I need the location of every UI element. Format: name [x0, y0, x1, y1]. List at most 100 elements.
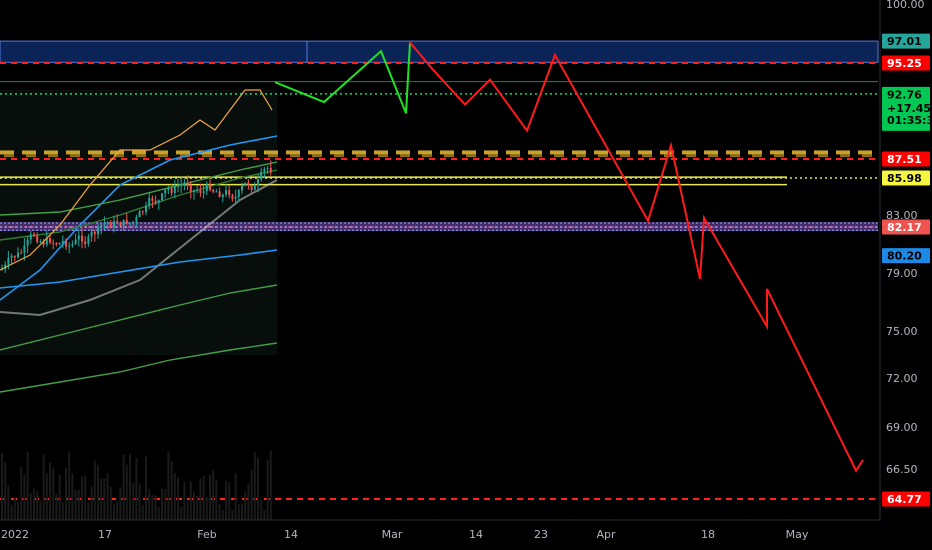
volume-bar	[209, 474, 211, 520]
gold-block	[352, 150, 366, 155]
gold-block	[748, 150, 762, 155]
volume-bar	[61, 502, 64, 520]
volume-bar	[122, 454, 125, 520]
candle-body	[151, 198, 154, 201]
gold-block	[176, 150, 190, 155]
volume-bar	[65, 467, 67, 520]
candle-body	[164, 189, 167, 194]
candle-body	[196, 190, 199, 192]
volume-bar	[87, 502, 90, 520]
gold-block-shadow	[576, 154, 586, 158]
volume-bar	[253, 452, 256, 520]
gold-block-shadow	[268, 154, 278, 158]
gold-block-shadow	[422, 154, 432, 158]
volume-bar	[29, 493, 32, 520]
gold-block	[506, 150, 520, 155]
gold-block-shadow	[136, 154, 146, 158]
candle-body	[215, 191, 218, 193]
time-axis	[0, 520, 880, 550]
volume-bar	[36, 490, 39, 520]
volume-bar	[173, 473, 176, 520]
gold-block	[330, 150, 344, 155]
volume-bar	[49, 462, 51, 520]
price-badge-text: 64.77	[887, 493, 922, 506]
candle-body	[186, 182, 189, 186]
volume-bar	[17, 501, 19, 520]
candle-body	[247, 182, 250, 186]
candle-body	[244, 182, 247, 186]
y-tick-label: 69.00	[886, 421, 918, 434]
gold-block	[770, 150, 784, 155]
volume-bar	[106, 473, 109, 520]
gold-block-shadow	[4, 154, 14, 158]
x-tick-label: Feb	[197, 528, 216, 541]
volume-bar	[196, 495, 199, 520]
volume-bar	[266, 459, 269, 520]
candle-body	[39, 241, 42, 243]
volume-bar	[20, 466, 23, 520]
gold-block	[44, 150, 58, 155]
volume-bar	[167, 451, 170, 520]
gold-block-shadow	[620, 154, 630, 158]
gold-block	[594, 150, 608, 155]
gold-block	[308, 150, 322, 155]
volume-bar	[97, 465, 99, 520]
volume-bar	[183, 482, 186, 520]
gold-block	[220, 150, 234, 155]
candle-body	[269, 167, 272, 173]
gold-block-shadow	[862, 154, 872, 158]
volume-bar	[7, 485, 10, 520]
gold-block	[132, 150, 146, 155]
y-tick-label: 66.50	[886, 463, 918, 476]
x-tick-label: 2022	[1, 528, 29, 541]
gold-block-shadow	[730, 154, 740, 158]
candle-body	[68, 245, 71, 247]
x-tick-label: 14	[284, 528, 298, 541]
candle-body	[189, 185, 192, 192]
gold-block	[418, 150, 432, 155]
candle-body	[161, 193, 163, 201]
volume-bar	[135, 458, 138, 520]
gold-block-shadow	[246, 154, 256, 158]
bearish-projection-line	[409, 41, 857, 472]
candle-body	[170, 188, 173, 194]
gold-block	[374, 150, 388, 155]
gold-block-shadow	[554, 154, 564, 158]
price-chart[interactable]: 100.0083.0079.0075.0072.0069.0066.5097.0…	[0, 0, 932, 550]
gold-block	[528, 150, 542, 155]
volume-bar	[1, 453, 3, 520]
volume-bar	[74, 489, 77, 520]
candle-body	[205, 184, 208, 192]
volume-bar	[129, 454, 131, 520]
gold-block	[726, 150, 740, 155]
volume-bar	[113, 504, 115, 520]
chart-root: 100.00 83.00 79.00 75.00 72.00 69.00 66.50 97.0…	[0, 0, 932, 550]
volume-bar	[23, 474, 26, 520]
volume-bar	[55, 493, 58, 520]
volume-bar	[151, 495, 154, 520]
gold-block	[814, 150, 828, 155]
candle-body	[49, 238, 51, 243]
volume-bar	[84, 475, 87, 520]
candle-body	[103, 223, 106, 225]
candle-body	[29, 234, 32, 240]
candle-body	[77, 235, 80, 240]
gold-block	[242, 150, 256, 155]
y-tick-label: 72.00	[886, 372, 918, 385]
candle-body	[266, 167, 269, 169]
gold-block-shadow	[708, 154, 718, 158]
candle-body	[157, 200, 160, 203]
volume-bar	[199, 478, 202, 520]
candle-body	[202, 191, 205, 193]
candle-body	[81, 235, 83, 242]
candle-body	[55, 243, 58, 245]
volume-bar	[81, 476, 83, 520]
price-badge-text: 82.17	[887, 221, 922, 234]
gold-block-shadow	[752, 154, 762, 158]
candle-body	[183, 182, 186, 185]
candle-body	[132, 221, 135, 223]
gold-block-shadow	[598, 154, 608, 158]
gold-block-shadow	[224, 154, 234, 158]
volume-bar	[257, 457, 259, 520]
candle-body	[58, 242, 61, 245]
